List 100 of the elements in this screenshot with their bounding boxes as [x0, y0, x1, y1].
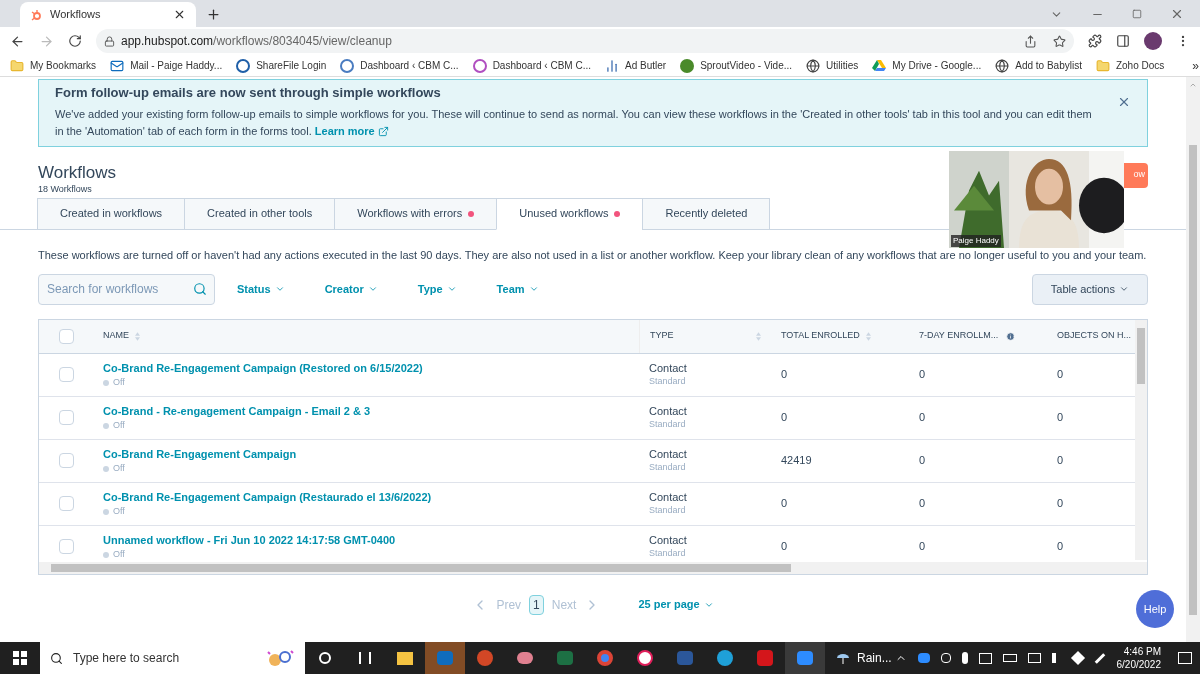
clock-date[interactable]: 6/20/2022	[1116, 658, 1161, 671]
table-cell: 0	[919, 540, 926, 553]
filter-dropdown[interactable]: Creator	[320, 280, 382, 298]
row-checkbox[interactable]	[58, 453, 74, 468]
workflow-count: 18 Workflows	[38, 182, 93, 196]
row-checkbox[interactable]	[58, 496, 74, 511]
caret-icon	[528, 284, 539, 294]
subtype-cell: Standard	[649, 374, 686, 388]
filter-dropdown[interactable]: Type	[413, 280, 461, 298]
status-text: Off	[113, 376, 125, 389]
row-checkbox[interactable]	[58, 367, 74, 382]
table-cell: 0	[781, 497, 788, 510]
folder-icon	[1095, 58, 1110, 73]
workflow-name-link[interactable]: Co-Brand Re-Engagement Campaign (Restored on 6/15/2022)	[103, 359, 423, 376]
row-checkbox[interactable]	[58, 410, 74, 425]
bookmark-link[interactable]: Ad Butler	[625, 58, 667, 73]
table-cell: 0	[919, 411, 926, 424]
page-scrollbar[interactable]	[1186, 77, 1200, 642]
taskbar-search-field[interactable]: Type here to search	[40, 642, 305, 674]
table-actions-button[interactable]: Table actions	[1031, 273, 1148, 305]
select-all-checkbox[interactable]	[58, 328, 74, 344]
status-text: Off	[113, 505, 125, 518]
globe-icon	[995, 58, 1010, 73]
address-bar[interactable]: app.hubspot.com/workflows/8034045/view/cleanup	[96, 29, 1074, 53]
tab-title: Workflows	[50, 7, 102, 23]
table-cell: 0	[781, 411, 788, 424]
type-cell: Contact	[649, 533, 687, 547]
table-cell: 0	[1057, 497, 1064, 510]
bookmark-star-icon[interactable]	[1053, 34, 1066, 48]
workflow-name-link[interactable]: Co-Brand - Re-engagement Campaign - Email 2 & 3	[103, 402, 371, 419]
caret-icon	[367, 284, 378, 294]
more-bookmarks-button[interactable]: »	[1192, 56, 1199, 75]
status-text: Off	[113, 462, 125, 475]
workflow-name-link[interactable]: Co-Brand Re-Engagement Campaign (Restaurado el 13/6/2022)	[103, 488, 432, 505]
browser-tab[interactable]: Workflows	[20, 2, 196, 27]
close-window-icon[interactable]	[1170, 7, 1184, 21]
column-header[interactable]: NAME	[103, 329, 129, 343]
reload-icon[interactable]	[68, 34, 82, 48]
workflow-name-link[interactable]: Unnamed workflow - Fri Jun 10 2022 14:17:58 GMT-0400	[103, 531, 396, 548]
bookmark-link[interactable]: Zoho Docs	[1115, 58, 1165, 73]
table-cell: 0	[781, 540, 788, 553]
url-text: app.hubspot.com/workflows/8034045/view/cleanup	[121, 33, 392, 50]
vertical-scrollbar[interactable]	[1135, 319, 1147, 560]
lock-icon	[104, 35, 115, 47]
external-link-icon	[377, 126, 389, 138]
subtype-cell: Standard	[649, 546, 686, 560]
bookmark-link[interactable]: ShareFile Login	[256, 58, 327, 73]
share-icon[interactable]	[1024, 34, 1037, 48]
page-number[interactable]: 1	[529, 594, 544, 615]
caret-icon	[446, 284, 457, 294]
folder-icon	[10, 58, 24, 73]
filter-dropdown[interactable]: Status	[233, 280, 289, 298]
back-icon[interactable]	[10, 33, 25, 49]
status-text: Off	[113, 548, 125, 561]
profile-avatar[interactable]	[1144, 32, 1162, 50]
help-button[interactable]: Help	[1136, 590, 1174, 628]
subtype-cell: Standard	[649, 417, 686, 431]
tab[interactable]: Unused workflows	[496, 197, 644, 230]
workflow-name-link[interactable]: Co-Brand Re-Engagement Campaign	[103, 445, 297, 462]
table-cell: 0	[1057, 368, 1064, 381]
tab[interactable]: Created in workflows	[37, 197, 186, 230]
bookmark-link[interactable]: SproutVideo - Vide...	[700, 58, 793, 73]
horizontal-scrollbar[interactable]	[39, 561, 1147, 574]
table-cell: 0	[1057, 454, 1064, 467]
type-cell: Contact	[649, 447, 687, 461]
table-cell: 0	[919, 497, 926, 510]
bookmark-link[interactable]: Utilities	[826, 58, 859, 73]
close-icon[interactable]	[173, 8, 186, 21]
bookmark-link[interactable]: Add to Babylist	[1015, 58, 1082, 73]
table-cell: 0	[919, 368, 926, 381]
description: These workflows are turned off or haven't had any actions executed in the last 90 days. They are also not used in a list or another workflow. Keep your library clean of any workflows that are no longer useful to you and your team.	[38, 247, 1148, 263]
type-cell: Contact	[649, 404, 687, 418]
bookmark-link[interactable]: My Bookmarks	[30, 58, 97, 73]
column-header[interactable]: TYPE	[650, 329, 674, 343]
column-header[interactable]: 7-DAY ENROLLM...	[919, 329, 999, 343]
bookmark-link[interactable]: My Drive - Google...	[892, 58, 982, 73]
extensions-icon[interactable]	[1088, 34, 1102, 48]
bookmark-link[interactable]: Mail - Paige Haddy...	[130, 58, 223, 73]
search-field[interactable]: Search for workflows	[38, 273, 215, 305]
caret-icon	[274, 284, 285, 294]
status-text: Off	[113, 419, 125, 432]
table-cell: 0	[1057, 540, 1064, 553]
clock-time[interactable]: 4:46 PM	[1123, 645, 1161, 658]
filter-dropdown[interactable]: Team	[492, 280, 543, 298]
bookmark-link[interactable]: Dashboard ‹ CBM C...	[492, 58, 591, 73]
tab[interactable]: Workflows with errors	[334, 197, 498, 230]
weather-text[interactable]: Rain...	[857, 649, 892, 667]
new-tab-icon[interactable]	[206, 7, 221, 22]
tab[interactable]: Recently deleted	[642, 197, 771, 230]
row-checkbox[interactable]	[58, 539, 74, 554]
page-title: Workflows	[38, 162, 118, 183]
drive-icon	[872, 59, 887, 72]
bookmark-link[interactable]: Dashboard ‹ CBM C...	[360, 58, 459, 73]
column-header[interactable]: OBJECTS ON H...	[1057, 329, 1131, 343]
side-panel-icon[interactable]	[1116, 34, 1130, 48]
banner-title: Form follow-up emails are now sent through simple workflows	[55, 84, 442, 102]
column-header[interactable]: TOTAL ENROLLED	[781, 329, 860, 343]
per-page-dropdown[interactable]: 25 per page	[638, 596, 714, 613]
table-cell: 0	[781, 368, 788, 381]
tab[interactable]: Created in other tools	[184, 197, 336, 230]
